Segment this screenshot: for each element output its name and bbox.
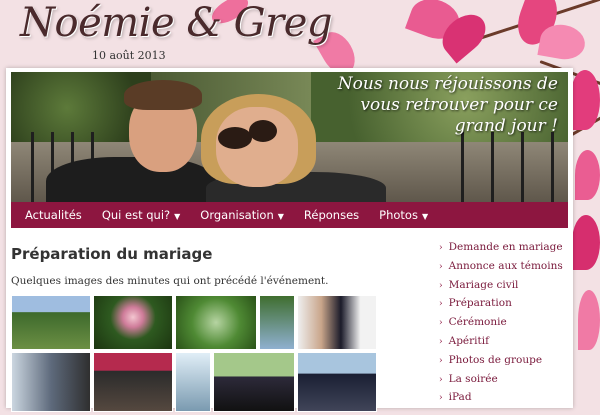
sidebar-item-aperitif[interactable]: › Apéritif [439, 332, 574, 351]
sidebar-item-label: Annonce aux témoins [448, 259, 563, 272]
main-navbar: Actualités Qui est qui? ▼ Organisation ▼ R… [11, 202, 568, 228]
nav-item-label: Qui est qui? [101, 208, 171, 222]
sidebar-item-label: Cérémonie [448, 316, 507, 329]
nav-item-reponses[interactable]: Réponses [294, 202, 369, 228]
sidebar-item-label: Préparation [448, 297, 512, 310]
gallery-thumbnail[interactable] [297, 295, 377, 350]
nav-item-organisation[interactable]: Organisation ▼ [190, 202, 294, 228]
gallery-thumbnail[interactable] [297, 352, 377, 412]
sidebar-item-annonce-aux-temoins[interactable]: › Annonce aux témoins [439, 257, 574, 276]
chevron-right-icon: › [439, 393, 443, 404]
gallery-thumbnail[interactable] [11, 295, 91, 350]
page-title: Préparation du mariage [11, 245, 213, 263]
nav-item-actualites[interactable]: Actualités [11, 202, 92, 228]
chevron-right-icon: › [439, 243, 443, 253]
sidebar-item-label: Mariage civil [448, 278, 519, 291]
gallery-thumbnail[interactable] [11, 352, 91, 412]
nav-item-photos[interactable]: Photos ▼ [369, 202, 438, 228]
hero-caption: Nous nous réjouissons de vous retrouver … [337, 74, 558, 136]
nav-item-label: Organisation [200, 208, 274, 222]
gallery-thumbnail[interactable] [213, 352, 295, 412]
sidebar-item-label: Apéritif [448, 334, 489, 347]
gallery-thumbnail[interactable] [259, 295, 295, 350]
sidebar-item-label: La soirée [448, 372, 498, 385]
caret-down-icon: ▼ [174, 212, 181, 221]
sidebar-menu: › Demande en mariage › Annonce aux témoins… [439, 238, 574, 407]
nav-item-label: Réponses [303, 208, 360, 222]
chevron-right-icon: › [439, 336, 443, 347]
sidebar-item-ceremonie[interactable]: › Cérémonie [439, 313, 574, 332]
gallery-thumbnail[interactable] [175, 352, 211, 412]
sidebar-item-ipad[interactable]: › iPad [439, 388, 574, 407]
wedding-date: 10 août 2013 [92, 49, 166, 62]
sidebar-item-preparation[interactable]: › Préparation [439, 294, 574, 313]
gallery-thumbnail[interactable] [175, 295, 257, 350]
nav-item-label: Photos [379, 208, 418, 222]
sidebar-item-label: iPad [448, 391, 472, 404]
site-title[interactable]: Noémie & Greg [20, 0, 333, 46]
page-intro: Quelques images des minutes qui ont préc… [11, 275, 329, 287]
caret-down-icon: ▼ [421, 212, 429, 221]
chevron-right-icon: › [439, 355, 443, 366]
chevron-right-icon: › [439, 299, 443, 310]
hero-banner: Nous nous réjouissons de vous retrouver … [11, 72, 568, 202]
chevron-right-icon: › [439, 261, 443, 272]
gallery-thumbnail[interactable] [93, 295, 173, 350]
chevron-right-icon: › [439, 374, 443, 385]
photo-gallery [11, 295, 381, 415]
chevron-right-icon: › [439, 280, 443, 291]
gallery-thumbnail[interactable] [93, 352, 173, 412]
sidebar-item-photos-de-groupe[interactable]: › Photos de groupe [439, 351, 574, 370]
page-container: Nous nous réjouissons de vous retrouver … [6, 68, 574, 412]
sidebar-item-mariage-civil[interactable]: › Mariage civil [439, 276, 574, 295]
sidebar-item-label: Demande en mariage [448, 241, 563, 253]
nav-item-label: Actualités [25, 208, 82, 222]
sidebar-item-la-soiree[interactable]: › La soirée [439, 370, 574, 389]
nav-item-qui-est-qui[interactable]: Qui est qui? ▼ [92, 202, 190, 228]
sidebar-item-demande-en-mariage[interactable]: › Demande en mariage [439, 238, 574, 257]
sidebar-item-label: Photos de groupe [448, 353, 543, 366]
chevron-right-icon: › [439, 318, 443, 329]
caret-down-icon: ▼ [277, 212, 284, 221]
